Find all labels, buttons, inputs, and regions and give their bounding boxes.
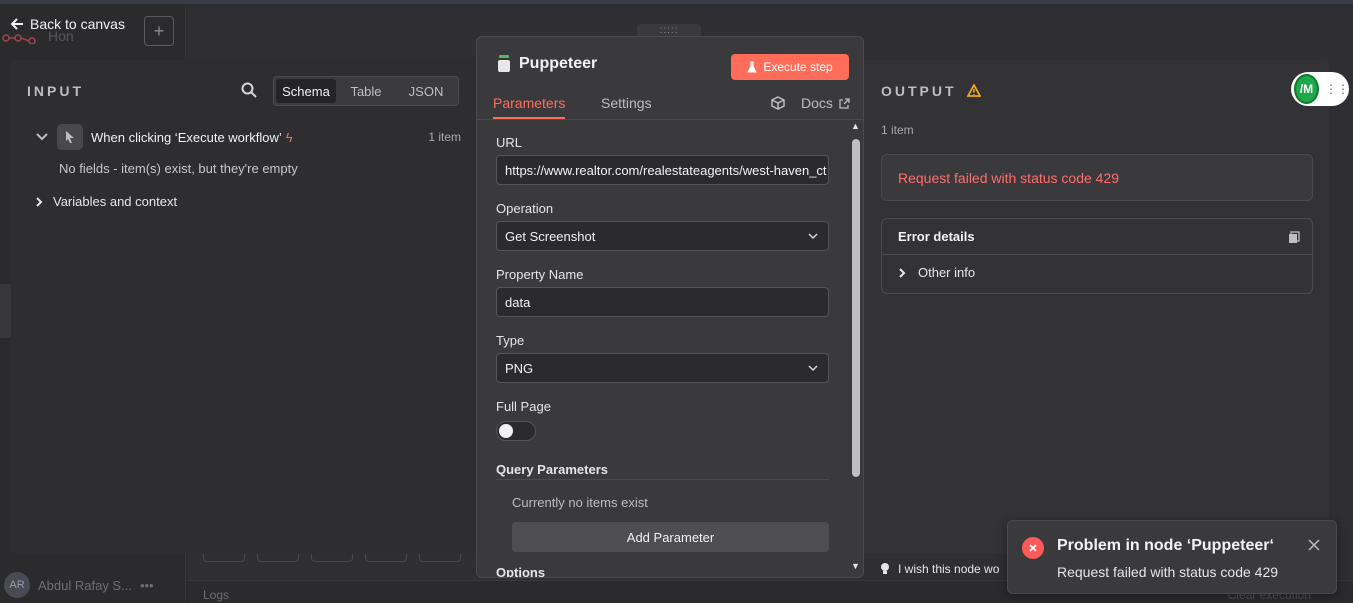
view-switcher: Schema Table JSON bbox=[273, 76, 459, 106]
operation-value: Get Screenshot bbox=[505, 228, 596, 244]
error-details: Error details Other info bbox=[881, 218, 1313, 294]
logs-label[interactable]: Logs bbox=[203, 588, 229, 602]
cube-icon bbox=[771, 96, 785, 110]
divider bbox=[496, 479, 829, 480]
search-icon[interactable] bbox=[241, 82, 257, 98]
empty-message: No fields - item(s) exist, but they're e… bbox=[59, 161, 298, 176]
tab-parameters[interactable]: Parameters bbox=[493, 95, 566, 119]
type-select[interactable]: PNG bbox=[496, 353, 829, 383]
back-label: Back to canvas bbox=[30, 16, 125, 32]
cursor-icon bbox=[57, 124, 83, 150]
options-label: Options bbox=[496, 565, 546, 578]
operation-label: Operation bbox=[496, 201, 554, 216]
trigger-item[interactable]: When clicking ‘Execute workflow’ ϟ 1 ite… bbox=[35, 124, 461, 150]
plus-icon: + bbox=[153, 20, 165, 41]
url-label: URL bbox=[496, 135, 523, 150]
property-name-label: Property Name bbox=[496, 267, 584, 282]
node-settings-panel: Puppeteer Execute step Parameters Settin… bbox=[476, 36, 864, 578]
input-title: INPUT bbox=[27, 83, 84, 99]
tab-json[interactable]: JSON bbox=[396, 79, 456, 103]
output-count: 1 item bbox=[881, 123, 914, 137]
add-node-button[interactable]: + bbox=[144, 16, 174, 46]
warning-icon bbox=[967, 84, 981, 97]
user-menu[interactable]: AR Abdul Rafay S... ••• bbox=[4, 572, 154, 598]
output-panel: OUTPUT 1 item Request failed with status… bbox=[864, 60, 1329, 554]
workflow-icon bbox=[2, 30, 38, 45]
chevron-down-icon bbox=[808, 233, 818, 240]
lightning-icon: ϟ bbox=[285, 129, 293, 145]
toast-title: Problem in node ‘Puppeteer‘ bbox=[1057, 537, 1274, 554]
error-icon bbox=[1022, 537, 1044, 559]
full-page-label: Full Page bbox=[496, 399, 551, 414]
feedback-prompt[interactable]: I wish this node wo bbox=[880, 562, 999, 576]
scroll-up-icon[interactable]: ▲ bbox=[851, 121, 860, 131]
tab-settings[interactable]: Settings bbox=[601, 95, 652, 117]
puppeteer-icon bbox=[497, 55, 511, 73]
flask-icon bbox=[747, 61, 758, 73]
input-panel: INPUT Schema Table JSON When clicking ‘E… bbox=[11, 60, 476, 554]
arrow-left-icon bbox=[10, 18, 23, 30]
toast-message: Request failed with status code 429 bbox=[1057, 564, 1279, 580]
node-header: Puppeteer bbox=[497, 55, 597, 73]
avatar: AR bbox=[4, 572, 30, 598]
error-message: Request failed with status code 429 bbox=[881, 154, 1313, 201]
trigger-label: When clicking ‘Execute workflow’ bbox=[91, 129, 282, 145]
property-name-field[interactable]: data bbox=[496, 287, 829, 317]
variables-label: Variables and context bbox=[53, 194, 178, 209]
chevron-down-icon[interactable] bbox=[35, 132, 49, 142]
error-details-title: Error details bbox=[898, 229, 975, 244]
docs-label: Docs bbox=[801, 95, 833, 111]
chevron-right-icon bbox=[899, 267, 906, 278]
copy-icon[interactable] bbox=[1288, 231, 1300, 243]
variables-toggle[interactable]: Variables and context bbox=[35, 194, 177, 209]
chevron-right-icon bbox=[36, 196, 43, 207]
error-toast: Problem in node ‘Puppeteer‘ Request fail… bbox=[1007, 520, 1337, 594]
type-value: PNG bbox=[505, 360, 534, 376]
full-page-toggle[interactable] bbox=[496, 421, 536, 441]
close-icon[interactable] bbox=[1308, 539, 1320, 551]
user-name: Abdul Rafay S... bbox=[38, 577, 132, 593]
type-label: Type bbox=[496, 333, 525, 348]
collaborator-badge[interactable]: /M ⋮⋮ bbox=[1291, 72, 1349, 106]
avatar: /M bbox=[1294, 74, 1319, 104]
other-info-toggle[interactable]: Other info bbox=[898, 265, 975, 280]
add-parameter-button[interactable]: Add Parameter bbox=[512, 522, 829, 552]
lightbulb-icon bbox=[881, 563, 889, 574]
no-items-message: Currently no items exist bbox=[512, 495, 648, 510]
external-link-icon bbox=[839, 97, 850, 109]
feedback-text: I wish this node wo bbox=[898, 562, 1000, 576]
other-info-label: Other info bbox=[918, 265, 976, 280]
more-icon[interactable]: ••• bbox=[140, 578, 154, 593]
tab-schema[interactable]: Schema bbox=[276, 79, 336, 103]
query-parameters-label: Query Parameters bbox=[496, 462, 609, 477]
chevron-down-icon bbox=[808, 365, 818, 372]
output-title: OUTPUT bbox=[881, 83, 957, 99]
execute-step-label: Execute step bbox=[763, 60, 833, 74]
tab-table[interactable]: Table bbox=[336, 79, 396, 103]
docs-link[interactable]: Docs bbox=[771, 95, 850, 111]
execute-step-button[interactable]: Execute step bbox=[731, 54, 849, 80]
back-to-canvas-button[interactable]: Back to canvas bbox=[10, 16, 125, 32]
scroll-down-icon[interactable]: ▼ bbox=[851, 561, 860, 571]
url-field[interactable]: https://www.realtor.com/realestateagents… bbox=[496, 155, 829, 185]
drag-dots-icon[interactable]: ⋮⋮ bbox=[1325, 82, 1349, 96]
item-count: 1 item bbox=[428, 130, 461, 144]
scrollbar[interactable]: ▲ ▼ bbox=[849, 119, 863, 577]
node-title[interactable]: Puppeteer bbox=[519, 55, 597, 73]
operation-select[interactable]: Get Screenshot bbox=[496, 221, 829, 251]
scroll-thumb[interactable] bbox=[852, 139, 860, 477]
